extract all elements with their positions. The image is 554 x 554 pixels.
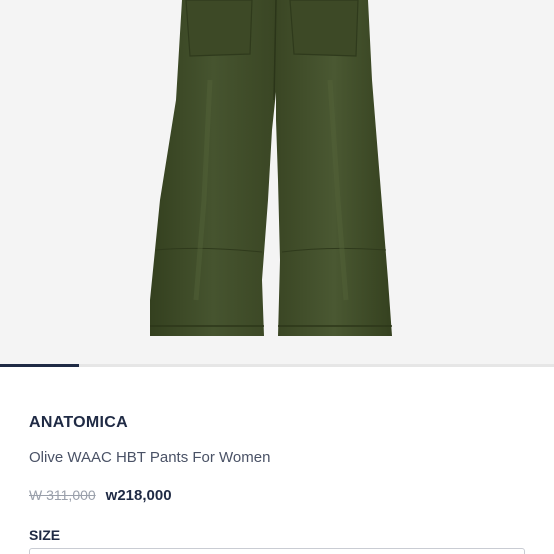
- brand-name[interactable]: ANATOMICA: [29, 414, 128, 432]
- size-select[interactable]: [29, 548, 525, 554]
- sale-price: w218,000: [105, 487, 172, 504]
- original-price: W 311,000: [29, 487, 96, 503]
- product-title: Olive WAAC HBT Pants For Women: [29, 449, 271, 466]
- olive-pants-photo: [150, 0, 392, 336]
- price-row: W 311,000 w218,000: [29, 487, 172, 504]
- carousel-indicator: [0, 364, 80, 367]
- carousel-progress: [0, 364, 554, 367]
- size-label: SIZE: [29, 527, 61, 543]
- product-image[interactable]: [0, 0, 554, 366]
